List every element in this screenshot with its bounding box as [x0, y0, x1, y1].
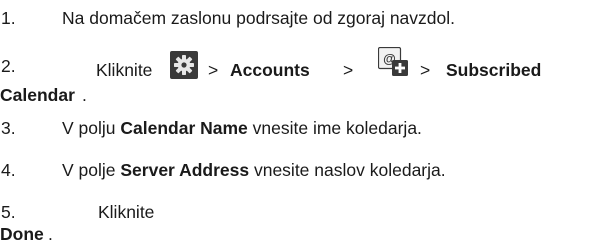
step-2-number: 2. [1, 56, 16, 76]
accounts-label: Accounts [230, 60, 310, 80]
calendar-label: Calendar [0, 85, 75, 105]
step-3-pre: V polju [62, 118, 121, 138]
step-3-post: vnesite ime koledarja. [247, 118, 422, 138]
step-2: 2. Kliknite > Accounts > @ > Subscribed … [0, 46, 600, 108]
settings-gear-icon [170, 51, 198, 79]
server-address-label: Server Address [120, 160, 250, 180]
step-5-kliknite: Kliknite [98, 202, 155, 222]
subscribed-label: Subscribed [446, 60, 542, 80]
step-5-period: . [48, 224, 53, 244]
step-4-text: V polje Server Address vnesite naslov ko… [62, 160, 446, 181]
step-3-number: 3. [1, 118, 16, 138]
step-1-text: Na domačem zaslonu podrsajte od zgoraj n… [62, 8, 455, 28]
step-3-text: V polju Calendar Name vnesite ime koleda… [62, 118, 422, 139]
calendar-name-label: Calendar Name [120, 118, 248, 138]
step-1-number: 1. [1, 8, 16, 28]
done-label: Done [0, 224, 44, 244]
step-2-period: . [82, 85, 87, 105]
add-account-icon: @ [377, 46, 408, 77]
step-2-separator-2: > [343, 60, 354, 80]
step-2-separator-1: > [208, 60, 219, 80]
step-2-kliknite: Kliknite [96, 60, 153, 80]
step-4-number: 4. [1, 160, 16, 180]
step-4-pre: V polje [62, 160, 121, 180]
step-4-post: vnesite naslov koledarja. [249, 160, 446, 180]
step-2-separator-3: > [420, 60, 431, 80]
step-5: 5. Kliknite Done . [0, 202, 600, 244]
step-5-number: 5. [1, 202, 16, 222]
